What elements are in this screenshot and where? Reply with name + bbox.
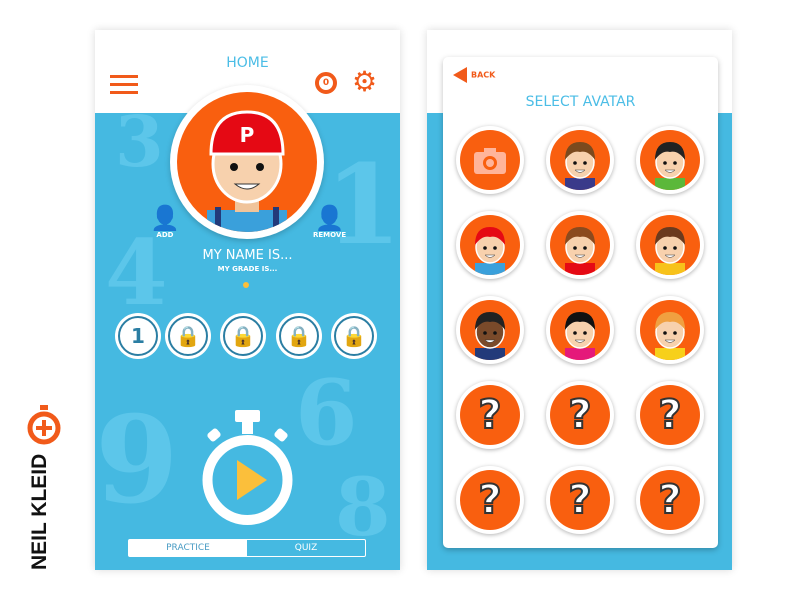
avatar-circle: [460, 300, 520, 360]
lock-icon: 🔒: [334, 316, 374, 356]
settings-gear-icon[interactable]: ⚙: [352, 68, 377, 96]
avatar-circle: ?: [550, 385, 610, 445]
avatar-option-unknown[interactable]: ?: [456, 466, 524, 534]
question-mark-icon: ?: [477, 391, 502, 439]
avatar-circle: ?: [550, 470, 610, 530]
avatar-option-boy-black-hair[interactable]: [636, 126, 704, 194]
avatar-option-girl-long-hair[interactable]: [636, 211, 704, 279]
mode-tabs: PRACTICE QUIZ: [128, 539, 366, 557]
award-badge[interactable]: 0: [315, 72, 337, 94]
remove-user-icon: 👤: [314, 204, 345, 232]
avatar-option-boy-red-cap[interactable]: [456, 211, 524, 279]
avatar-option-camera[interactable]: [456, 126, 524, 194]
remove-profile-button[interactable]: 👤 REMOVE: [313, 205, 346, 239]
level-locked-button[interactable]: 🔒: [220, 313, 266, 359]
boy-red-cap-avatar-icon: P: [207, 110, 287, 232]
back-button[interactable]: BACK: [453, 67, 495, 83]
current-avatar[interactable]: P: [170, 85, 324, 239]
avatar-option-boy-dark-skin[interactable]: [456, 296, 524, 364]
question-mark-icon: ?: [477, 476, 502, 524]
boy-black-hair-icon: [655, 142, 685, 190]
avatar-circle: ?: [640, 470, 700, 530]
avatar-option-unknown[interactable]: ?: [456, 381, 524, 449]
avatar-option-girl-black-hair[interactable]: [546, 296, 614, 364]
avatar-option-unknown[interactable]: ?: [636, 466, 704, 534]
add-user-icon: 👤: [150, 204, 180, 232]
girl-long-hair-icon: [655, 227, 685, 275]
avatar-option-girl-pigtails[interactable]: [546, 126, 614, 194]
question-mark-icon: ?: [567, 476, 592, 524]
select-avatar-title: SELECT AVATAR: [525, 94, 636, 110]
lock-icon: 🔒: [168, 316, 208, 356]
avatar-circle: [460, 215, 520, 275]
add-profile-button[interactable]: 👤 ADD: [150, 205, 180, 239]
avatar-circle: [460, 130, 520, 190]
name-text: MY NAME IS...: [202, 248, 293, 263]
avatar-circle: [550, 300, 610, 360]
avatar-circle: [640, 130, 700, 190]
avatar-option-boy-blond[interactable]: [636, 296, 704, 364]
avatar-circle: [550, 215, 610, 275]
avatar-circle: ?: [460, 385, 520, 445]
add-label: ADD: [156, 231, 174, 239]
back-arrow-icon: [453, 67, 467, 83]
back-label: BACK: [471, 70, 496, 80]
stopwatch-play-button[interactable]: [200, 408, 295, 528]
avatar-circle: ?: [460, 470, 520, 530]
girl-black-hair-icon: [565, 312, 595, 360]
level-1-button[interactable]: 1: [115, 313, 161, 359]
select-avatar-screen: 7 BACK SELECT AVATAR ??????: [427, 30, 732, 570]
avatar-card: BACK SELECT AVATAR ??????: [443, 57, 718, 548]
avatar-option-unknown[interactable]: ?: [546, 381, 614, 449]
remove-label: REMOVE: [313, 231, 347, 239]
tab-quiz[interactable]: QUIZ: [247, 540, 365, 556]
menu-button[interactable]: [110, 75, 138, 95]
home-screen: 3 1 4 9 6 8 HOME 0 ⚙ P 👤 ADD 👤 REMOVE MY N…: [95, 30, 400, 570]
boy-dark-skin-icon: [475, 312, 505, 360]
question-mark-icon: ?: [657, 476, 682, 524]
avatar-circle: ?: [640, 385, 700, 445]
girl-pigtails-icon: [565, 142, 595, 190]
level-number: 1: [118, 316, 158, 356]
grade-text: MY GRADE IS...: [217, 265, 278, 273]
avatar-option-unknown[interactable]: ?: [636, 381, 704, 449]
avatar-circle: [550, 130, 610, 190]
level-locked-button[interactable]: 🔒: [331, 313, 377, 359]
camera-icon: [474, 148, 506, 174]
avatar-circle: [640, 215, 700, 275]
avatar-option-boy-brown-hair[interactable]: [546, 211, 614, 279]
avatar-option-unknown[interactable]: ?: [546, 466, 614, 534]
boy-brown-hair-icon: [565, 227, 595, 275]
level-locked-button[interactable]: 🔒: [276, 313, 322, 359]
lock-icon: 🔒: [279, 316, 319, 356]
brand-name: NEIL KLEID: [28, 453, 51, 570]
page-indicator-dot: [243, 282, 249, 288]
question-mark-icon: ?: [657, 391, 682, 439]
question-mark-icon: ?: [567, 391, 592, 439]
lock-icon: 🔒: [223, 316, 263, 356]
avatar-circle: [640, 300, 700, 360]
svg-text:P: P: [240, 123, 255, 147]
boy-blond-icon: [655, 312, 685, 360]
level-locked-button[interactable]: 🔒: [165, 313, 211, 359]
boy-red-cap-icon: [475, 227, 505, 275]
tab-practice[interactable]: PRACTICE: [129, 540, 247, 556]
play-icon: [237, 460, 267, 500]
stopwatch-plus-logo: [27, 405, 61, 445]
